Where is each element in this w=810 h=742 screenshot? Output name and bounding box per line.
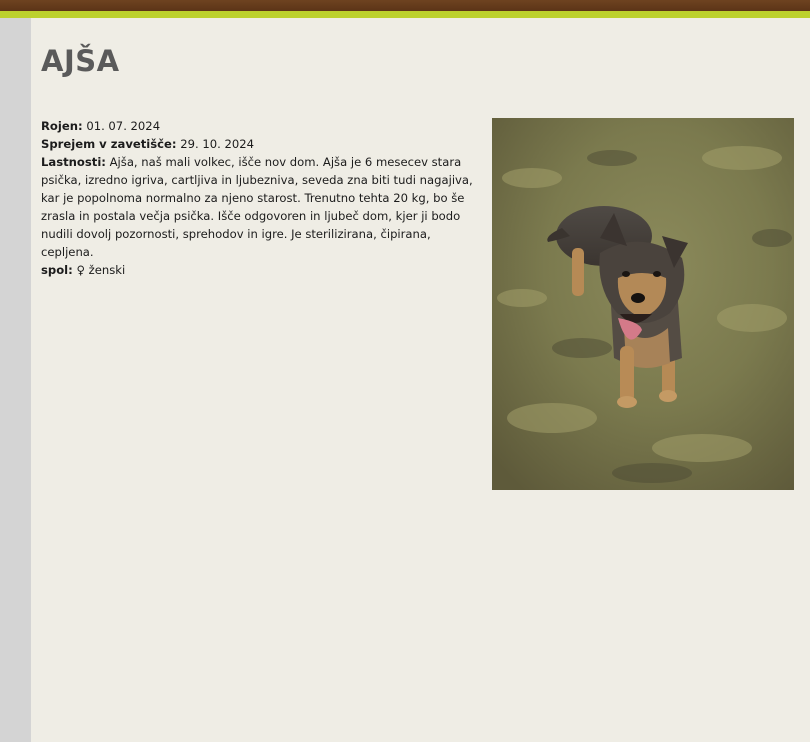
pet-details: Rojen: 01. 07. 2024 Sprejem v zavetišče:… <box>41 117 473 279</box>
sex-row: spol: ♀ ženski <box>41 261 473 279</box>
traits-row: Lastnosti: Ajša, naš mali volkec, išče n… <box>41 153 473 261</box>
header-bar <box>0 0 810 11</box>
sex-label: spol: <box>41 263 73 277</box>
traits-label: Lastnosti: <box>41 155 106 169</box>
traits-value: Ajša, naš mali volkec, išče nov dom. Ajš… <box>41 155 473 259</box>
main-content: AJŠA Rojen: 01. 07. 2024 Sprejem v zavet… <box>31 18 810 742</box>
intake-value: 29. 10. 2024 <box>180 137 255 151</box>
intake-row: Sprejem v zavetišče: 29. 10. 2024 <box>41 135 473 153</box>
born-label: Rojen: <box>41 119 83 133</box>
left-sidebar-strip <box>0 18 31 742</box>
page-title: AJŠA <box>41 44 120 78</box>
born-row: Rojen: 01. 07. 2024 <box>41 117 473 135</box>
intake-label: Sprejem v zavetišče: <box>41 137 177 151</box>
born-value: 01. 07. 2024 <box>86 119 161 133</box>
dog-photo[interactable] <box>492 118 794 490</box>
sex-value: ♀ ženski <box>76 263 126 277</box>
header-accent-stripe <box>0 11 810 18</box>
